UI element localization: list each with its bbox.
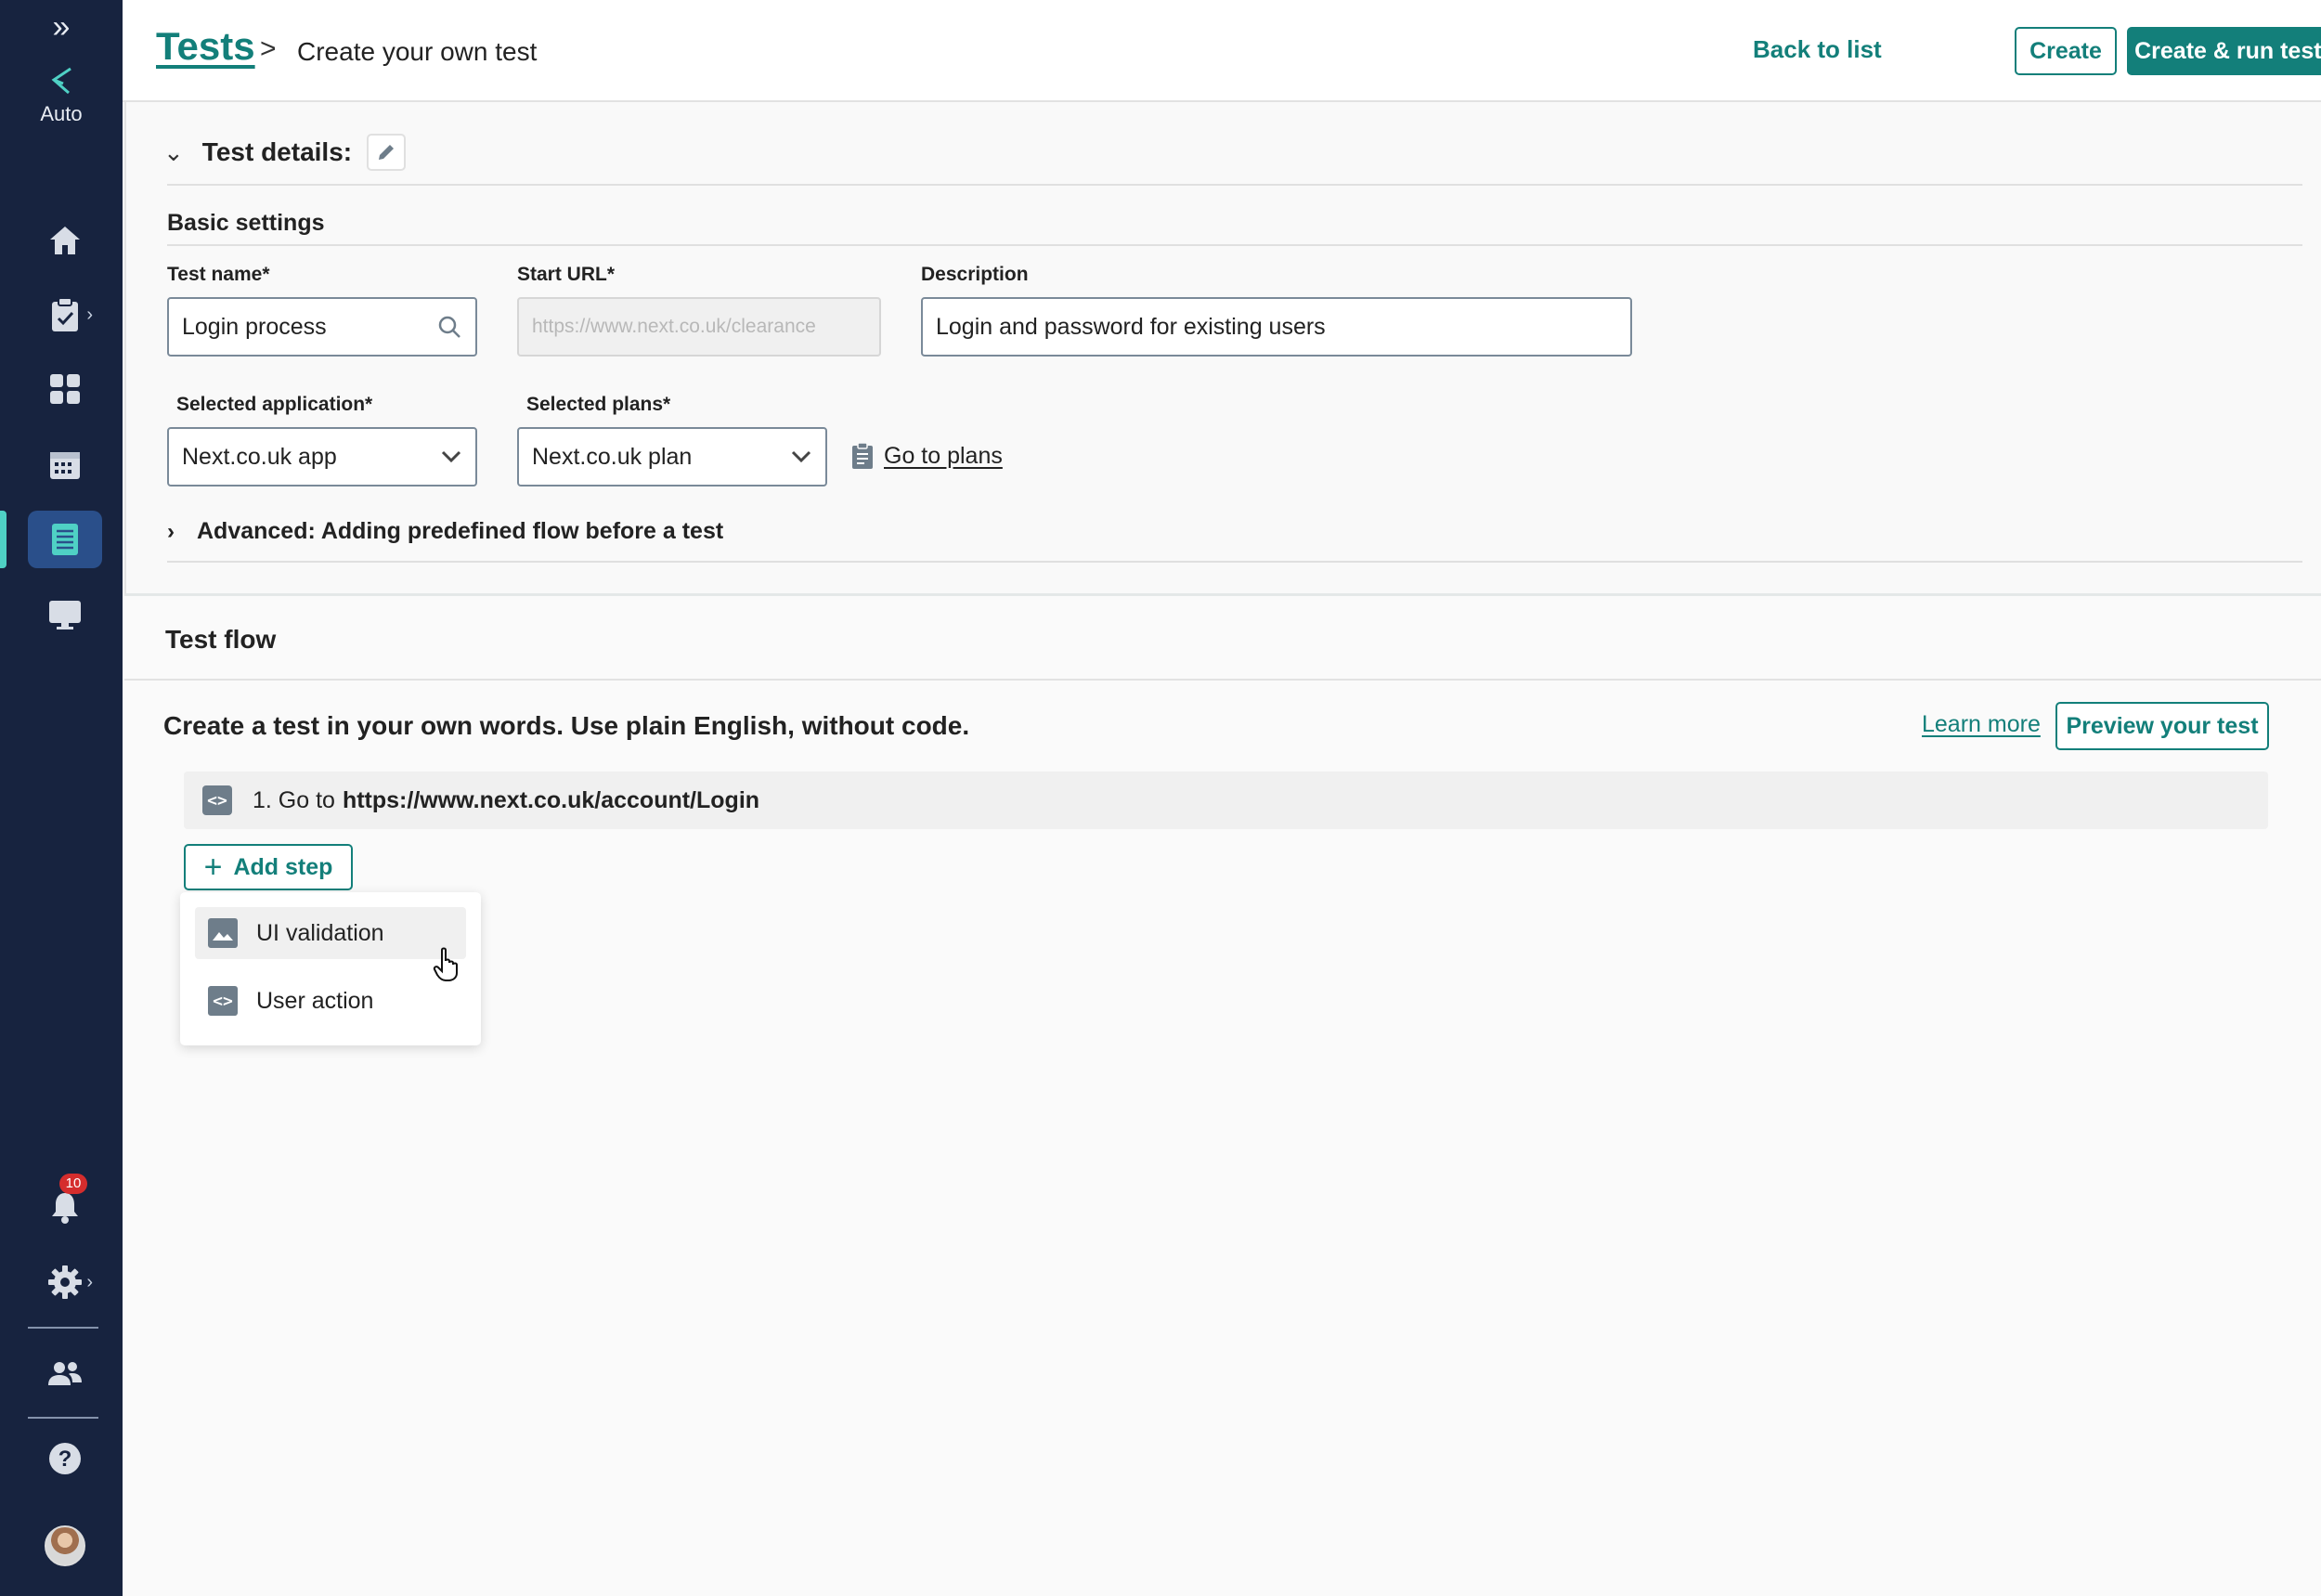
selected-plans-label: Selected plans* <box>526 394 671 415</box>
sidebar-item-notifications[interactable]: 10 <box>28 1174 102 1237</box>
chevron-down-icon <box>791 450 811 463</box>
description-value: Login and password for existing users <box>936 313 1326 340</box>
test-name-input[interactable]: Login process <box>167 297 477 357</box>
clipboard-icon <box>52 297 78 331</box>
pencil-icon <box>379 145 395 160</box>
image-icon <box>208 918 238 948</box>
notification-badge: 10 <box>59 1174 87 1194</box>
sidebar-divider <box>28 1417 98 1419</box>
chevron-down-icon <box>441 450 461 463</box>
sidebar-item-users[interactable] <box>28 1344 102 1402</box>
sidebar-item-dashboard[interactable] <box>28 360 102 418</box>
create-button[interactable]: Create <box>2015 27 2117 75</box>
sidebar-item-home[interactable] <box>28 212 102 269</box>
clipboard-icon <box>852 442 873 469</box>
test-details-panel: ⌄ Test details: Basic settings Test name… <box>124 102 2321 596</box>
divider <box>167 184 2302 186</box>
preview-your-test-button[interactable]: Preview your test <box>2055 702 2269 750</box>
divider <box>167 244 2302 246</box>
list-icon <box>52 524 78 555</box>
test-step-row[interactable]: <> 1. Go to https://www.next.co.uk/accou… <box>184 772 2268 829</box>
learn-more-link[interactable]: Learn more <box>1922 711 2041 738</box>
go-to-plans-label: Go to plans <box>884 442 1003 469</box>
sidebar-item-clipboard[interactable]: › <box>28 286 102 344</box>
selected-plans-select[interactable]: Next.co.uk plan <box>517 427 827 487</box>
sidebar-item-monitor[interactable] <box>28 586 102 643</box>
search-icon <box>438 316 460 338</box>
monitor-icon <box>49 601 81 629</box>
start-url-placeholder: https://www.next.co.uk/clearance <box>532 316 816 337</box>
menu-item-label: UI validation <box>256 919 384 946</box>
sidebar-item-calendar[interactable] <box>28 435 102 493</box>
menu-item-user-action[interactable]: <> User action <box>195 975 466 1027</box>
logo-icon <box>51 67 71 95</box>
selected-application-value: Next.co.uk app <box>182 443 337 470</box>
breadcrumb-tests-link[interactable]: Tests <box>156 24 255 69</box>
selected-plans-value: Next.co.uk plan <box>532 443 693 470</box>
app-logo: Auto <box>0 67 123 126</box>
menu-item-ui-validation[interactable]: UI validation <box>195 907 466 959</box>
add-step-button[interactable]: + Add step <box>184 844 353 890</box>
test-flow-subtitle: Create a test in your own words. Use pla… <box>163 711 970 740</box>
description-label: Description <box>921 264 1029 285</box>
avatar <box>45 1525 85 1566</box>
sidebar: » Auto › 10 › ? <box>0 0 123 1596</box>
hand-cursor-icon <box>433 947 458 981</box>
calendar-icon <box>50 452 80 479</box>
start-url-input[interactable]: https://www.next.co.uk/clearance <box>517 297 881 357</box>
add-step-label: Add step <box>233 853 333 880</box>
sidebar-item-profile[interactable] <box>28 1517 102 1575</box>
code-icon: <> <box>208 986 238 1016</box>
chevron-right-icon: › <box>86 1272 93 1292</box>
dashboard-icon <box>50 374 80 404</box>
selected-application-label: Selected application* <box>176 394 373 415</box>
divider <box>167 561 2302 563</box>
back-to-list-button[interactable]: Back to list <box>1753 35 1882 64</box>
page-title: Create your own test <box>297 37 538 66</box>
svg-text:?: ? <box>58 1447 72 1472</box>
test-flow-header: Test flow <box>124 599 2321 681</box>
menu-item-label: User action <box>256 987 374 1014</box>
test-name-value: Login process <box>182 313 327 340</box>
gear-icon <box>48 1265 82 1299</box>
active-indicator <box>0 511 6 568</box>
logo-label: Auto <box>40 102 83 125</box>
expand-icon[interactable]: » <box>45 11 78 43</box>
home-icon <box>50 227 80 254</box>
test-flow-title: Test flow <box>165 625 277 654</box>
sidebar-item-help[interactable]: ? <box>28 1430 102 1487</box>
selected-application-select[interactable]: Next.co.uk app <box>167 427 477 487</box>
start-url-label: Start URL* <box>517 264 616 285</box>
code-icon: <> <box>202 785 232 815</box>
breadcrumb-separator: > <box>260 33 277 64</box>
bell-icon <box>52 1193 78 1224</box>
step-text: 1. Go to <box>253 786 335 813</box>
basic-settings-heading: Basic settings <box>167 210 325 236</box>
advanced-section-toggle[interactable]: › Advanced: Adding predefined flow befor… <box>167 518 723 545</box>
sidebar-item-tests[interactable] <box>28 511 102 568</box>
edit-details-button[interactable] <box>367 134 407 171</box>
test-details-header: ⌄ Test details: <box>163 134 407 171</box>
chevron-right-icon: › <box>86 305 93 325</box>
users-icon <box>48 1362 82 1385</box>
plus-icon: + <box>203 850 223 885</box>
step-url: https://www.next.co.uk/account/Login <box>342 786 760 813</box>
test-details-title: Test details: <box>201 137 353 166</box>
create-run-test-plan-button[interactable]: Create & run test plan <box>2127 27 2321 75</box>
sidebar-divider <box>28 1327 98 1329</box>
chevron-right-icon: › <box>167 518 175 544</box>
go-to-plans-link[interactable]: Go to plans <box>850 442 1003 470</box>
chevron-down-icon[interactable]: ⌄ <box>163 138 184 167</box>
description-input[interactable]: Login and password for existing users <box>921 297 1632 357</box>
advanced-section-label: Advanced: Adding predefined flow before … <box>197 518 724 544</box>
help-icon: ? <box>49 1443 81 1474</box>
page-header: Tests > Create your own test Back to lis… <box>123 0 2321 102</box>
test-name-label: Test name* <box>167 264 270 285</box>
sidebar-item-settings[interactable]: › <box>28 1253 102 1311</box>
